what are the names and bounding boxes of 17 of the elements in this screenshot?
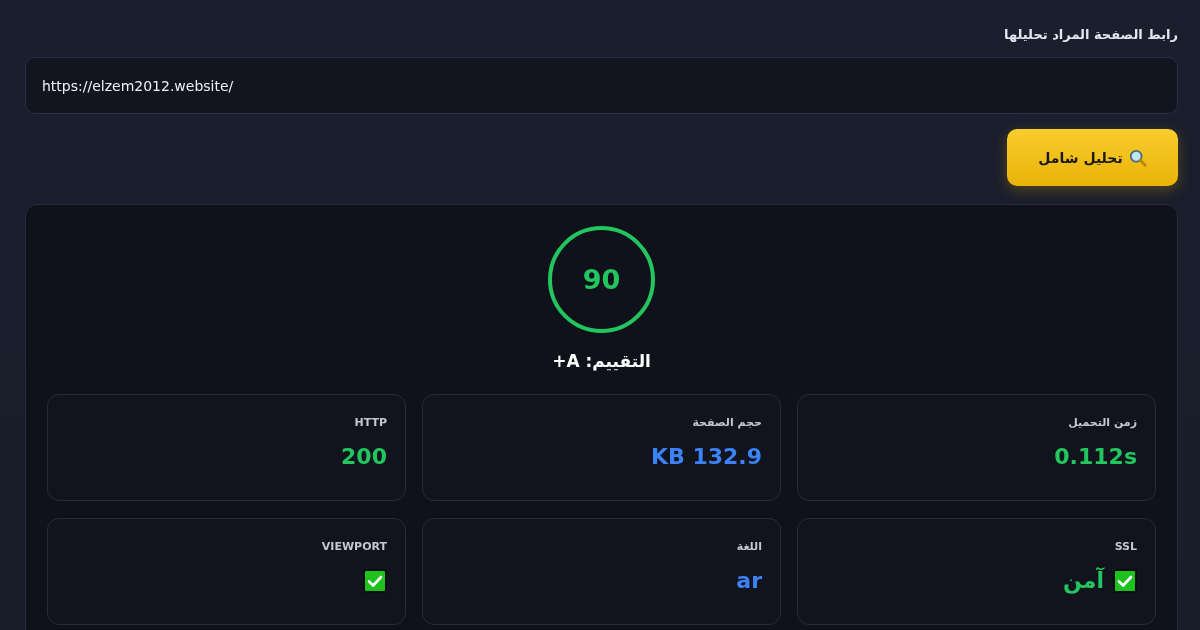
metric-label: زمن التحميل xyxy=(1068,415,1137,431)
metric-label: HTTP xyxy=(354,415,387,431)
metric-label: اللغة xyxy=(736,539,762,555)
metric-label: حجم الصفحة xyxy=(692,415,762,431)
metric-value: 0.112s xyxy=(1054,443,1137,471)
score-value: 90 xyxy=(582,266,621,293)
search-icon xyxy=(1128,148,1147,167)
metric-label: SSL xyxy=(1114,539,1137,555)
analyze-button[interactable]: تحليل شامل xyxy=(1007,129,1178,186)
metric-value: ar xyxy=(736,567,762,595)
metric-label: VIEWPORT xyxy=(321,539,387,555)
grade-text: التقييم: A+ xyxy=(552,350,651,373)
url-field[interactable]: https://elzem2012.website/ xyxy=(25,57,1178,114)
field-label: رابط الصفحة المراد تحليلها xyxy=(1004,26,1178,44)
metric-value: 132.9 KB xyxy=(650,443,762,471)
metric-value: آمن xyxy=(1063,566,1104,596)
metric-value: 200 xyxy=(341,443,387,471)
